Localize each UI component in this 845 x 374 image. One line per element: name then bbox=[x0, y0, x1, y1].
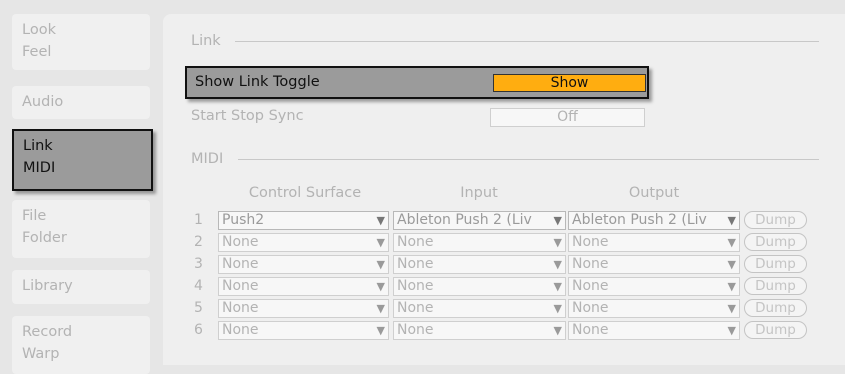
dropdown-value: None bbox=[397, 256, 434, 272]
input-dropdown[interactable]: None ▼ bbox=[393, 299, 566, 318]
chevron-down-icon: ▼ bbox=[727, 258, 736, 271]
output-dropdown[interactable]: None ▼ bbox=[568, 233, 740, 252]
output-dropdown[interactable]: None ▼ bbox=[568, 299, 740, 318]
dropdown-value: None bbox=[222, 322, 259, 338]
dropdown-value: None bbox=[572, 322, 609, 338]
chevron-down-icon: ▼ bbox=[376, 302, 385, 315]
dropdown-value: Ableton Push 2 (Liv bbox=[397, 212, 532, 228]
tab-label: Warp bbox=[22, 346, 60, 362]
dump-button[interactable]: Dump bbox=[744, 233, 807, 251]
tab-file-folder[interactable]: File Folder bbox=[12, 200, 150, 258]
chevron-down-icon: ▼ bbox=[553, 236, 562, 249]
dropdown-value: None bbox=[397, 322, 434, 338]
midi-row-number: 4 bbox=[194, 278, 203, 294]
tab-library[interactable]: Library bbox=[12, 270, 150, 304]
show-link-toggle-row: Show Link Toggle Show bbox=[185, 66, 649, 99]
control-surface-dropdown[interactable]: None ▼ bbox=[218, 233, 389, 252]
chevron-down-icon: ▼ bbox=[376, 214, 385, 227]
show-link-toggle-button[interactable]: Show bbox=[493, 74, 646, 92]
section-divider bbox=[235, 41, 819, 42]
chevron-down-icon: ▼ bbox=[727, 280, 736, 293]
dropdown-value: None bbox=[222, 256, 259, 272]
dropdown-value: None bbox=[572, 278, 609, 294]
output-dropdown[interactable]: None ▼ bbox=[568, 255, 740, 274]
midi-row-number: 5 bbox=[194, 300, 203, 316]
control-surface-dropdown[interactable]: None ▼ bbox=[218, 299, 389, 318]
dropdown-value: Push2 bbox=[222, 212, 265, 228]
midi-row-number: 6 bbox=[194, 322, 203, 338]
show-link-toggle-label: Show Link Toggle bbox=[195, 74, 320, 90]
dump-button[interactable]: Dump bbox=[744, 211, 807, 229]
chevron-down-icon: ▼ bbox=[727, 324, 736, 337]
chevron-down-icon: ▼ bbox=[553, 214, 562, 227]
tab-label: Link bbox=[23, 138, 53, 154]
tab-label: Look bbox=[22, 22, 56, 38]
chevron-down-icon: ▼ bbox=[727, 214, 736, 227]
dump-button[interactable]: Dump bbox=[744, 321, 807, 339]
section-title-link: Link bbox=[191, 33, 221, 49]
output-dropdown[interactable]: None ▼ bbox=[568, 321, 740, 340]
midi-row-number: 3 bbox=[194, 256, 203, 272]
chevron-down-icon: ▼ bbox=[376, 280, 385, 293]
midi-row-number: 1 bbox=[194, 212, 203, 228]
tab-label: Record bbox=[22, 324, 73, 340]
dropdown-value: None bbox=[222, 234, 259, 250]
dump-button[interactable]: Dump bbox=[744, 277, 807, 295]
dropdown-value: Ableton Push 2 (Liv bbox=[572, 212, 707, 228]
tab-label: Library bbox=[22, 278, 73, 294]
input-dropdown[interactable]: None ▼ bbox=[393, 321, 566, 340]
chevron-down-icon: ▼ bbox=[727, 236, 736, 249]
preferences-panel: Link Show Link Toggle Show Start Stop Sy… bbox=[163, 14, 845, 365]
tab-label: File bbox=[22, 208, 47, 224]
input-dropdown[interactable]: None ▼ bbox=[393, 255, 566, 274]
output-dropdown[interactable]: Ableton Push 2 (Liv ▼ bbox=[568, 211, 740, 230]
control-surface-dropdown[interactable]: None ▼ bbox=[218, 255, 389, 274]
chevron-down-icon: ▼ bbox=[553, 324, 562, 337]
preferences-sidebar: Look Feel Audio Link MIDI File Folder Li… bbox=[0, 0, 160, 374]
start-stop-sync-label: Start Stop Sync bbox=[191, 108, 304, 124]
start-stop-sync-button[interactable]: Off bbox=[490, 108, 645, 127]
dropdown-value: None bbox=[397, 234, 434, 250]
input-dropdown[interactable]: Ableton Push 2 (Liv ▼ bbox=[393, 211, 566, 230]
tab-look-feel[interactable]: Look Feel bbox=[12, 14, 150, 70]
column-header-control-surface: Control Surface bbox=[248, 185, 362, 201]
column-header-input: Input bbox=[460, 185, 498, 201]
chevron-down-icon: ▼ bbox=[727, 302, 736, 315]
midi-row-number: 2 bbox=[194, 234, 203, 250]
chevron-down-icon: ▼ bbox=[376, 236, 385, 249]
input-dropdown[interactable]: None ▼ bbox=[393, 277, 566, 296]
control-surface-dropdown[interactable]: Push2 ▼ bbox=[218, 211, 389, 230]
dump-button[interactable]: Dump bbox=[744, 299, 807, 317]
tab-label: Audio bbox=[22, 94, 64, 110]
chevron-down-icon: ▼ bbox=[553, 302, 562, 315]
input-dropdown[interactable]: None ▼ bbox=[393, 233, 566, 252]
tab-audio[interactable]: Audio bbox=[12, 86, 150, 119]
tab-label: MIDI bbox=[23, 160, 56, 176]
output-dropdown[interactable]: None ▼ bbox=[568, 277, 740, 296]
chevron-down-icon: ▼ bbox=[553, 258, 562, 271]
chevron-down-icon: ▼ bbox=[553, 280, 562, 293]
tab-label: Feel bbox=[22, 44, 52, 60]
tab-record-warp[interactable]: Record Warp bbox=[12, 316, 150, 374]
dump-button[interactable]: Dump bbox=[744, 255, 807, 273]
tab-label: Folder bbox=[22, 230, 67, 246]
dropdown-value: None bbox=[572, 300, 609, 316]
control-surface-dropdown[interactable]: None ▼ bbox=[218, 277, 389, 296]
dropdown-value: None bbox=[397, 300, 434, 316]
dropdown-value: None bbox=[572, 256, 609, 272]
dropdown-value: None bbox=[222, 278, 259, 294]
control-surface-dropdown[interactable]: None ▼ bbox=[218, 321, 389, 340]
dropdown-value: None bbox=[572, 234, 609, 250]
dropdown-value: None bbox=[397, 278, 434, 294]
dropdown-value: None bbox=[222, 300, 259, 316]
tab-link-midi[interactable]: Link MIDI bbox=[12, 129, 153, 191]
column-header-output: Output bbox=[628, 185, 680, 201]
section-divider bbox=[238, 159, 819, 160]
section-title-midi: MIDI bbox=[191, 151, 224, 167]
chevron-down-icon: ▼ bbox=[376, 258, 385, 271]
chevron-down-icon: ▼ bbox=[376, 324, 385, 337]
